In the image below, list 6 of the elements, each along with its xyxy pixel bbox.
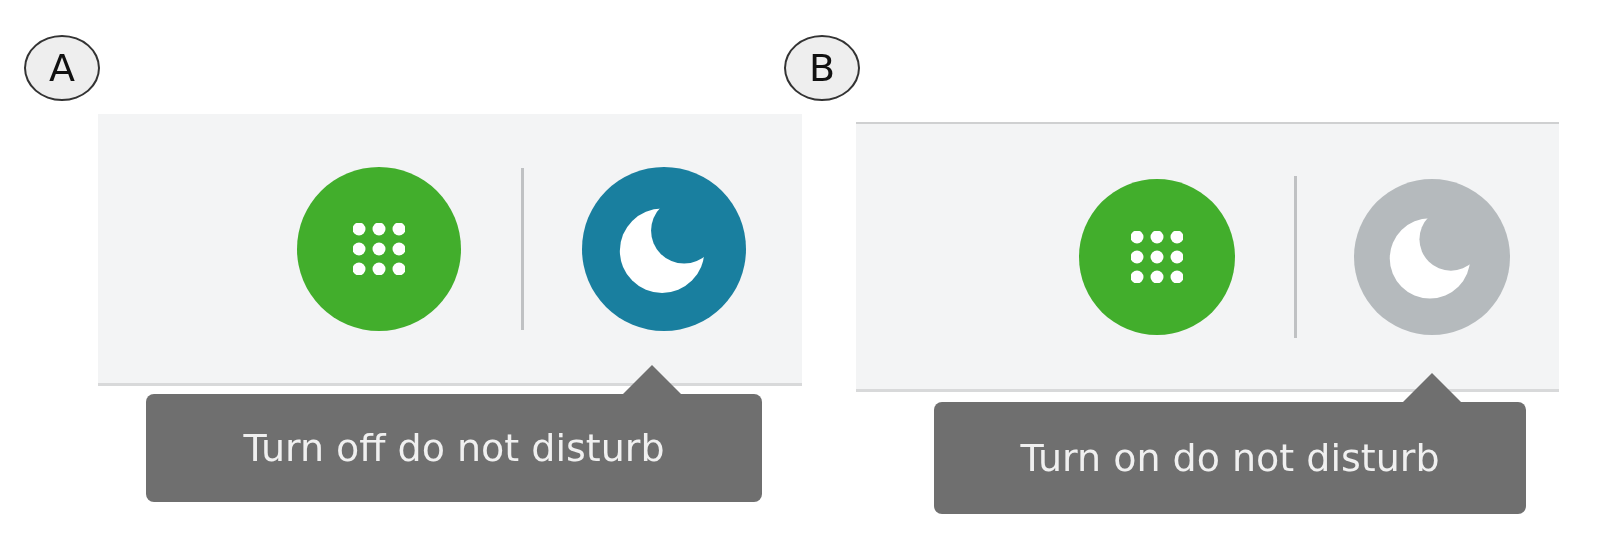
- tooltip-pointer: [622, 365, 682, 395]
- panel-label: A: [24, 35, 100, 101]
- dialpad-icon: [1131, 230, 1183, 283]
- panel-label: B: [784, 35, 860, 101]
- tooltip-pointer: [1402, 373, 1462, 403]
- dialpad-icon: [353, 222, 405, 275]
